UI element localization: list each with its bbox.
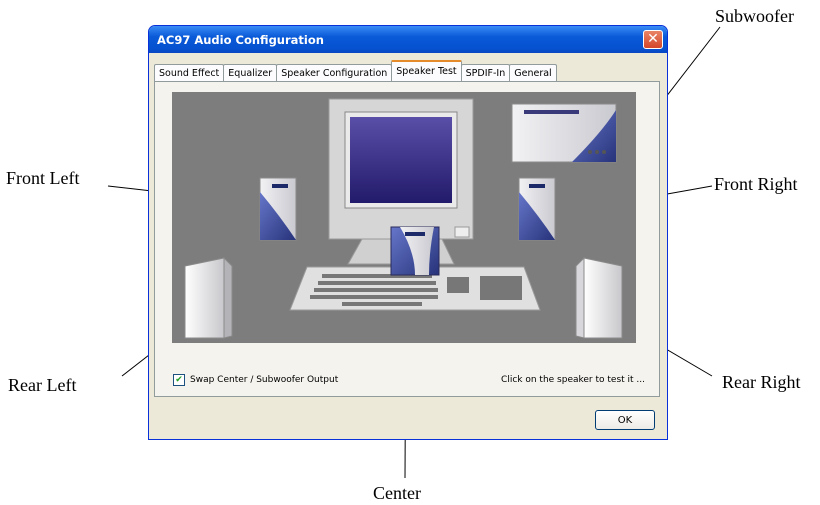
tab-strip: Sound Effect Equalizer Speaker Configura… bbox=[154, 60, 557, 81]
title-bar[interactable]: AC97 Audio Configuration bbox=[149, 26, 667, 53]
callout-rear-left: Rear Left bbox=[8, 375, 77, 395]
window-title: AC97 Audio Configuration bbox=[157, 32, 324, 47]
swap-checkbox[interactable]: ✔ bbox=[173, 374, 185, 386]
rear-left-speaker[interactable] bbox=[184, 256, 233, 339]
tab-sound-effect[interactable]: Sound Effect bbox=[154, 64, 225, 81]
center-speaker[interactable] bbox=[390, 226, 440, 276]
checkmark-icon: ✔ bbox=[175, 375, 183, 385]
tab-speaker-test[interactable]: Speaker Test bbox=[391, 60, 462, 81]
callout-front-right: Front Right bbox=[714, 174, 798, 194]
speaker-test-stage bbox=[172, 92, 636, 343]
callout-center: Center bbox=[373, 483, 421, 503]
close-icon: ✕ bbox=[647, 31, 659, 47]
callout-front-left: Front Left bbox=[6, 168, 80, 188]
audio-config-window: AC97 Audio Configuration ✕ Sound Effect … bbox=[148, 25, 668, 440]
swap-center-subwoofer-option[interactable]: ✔ Swap Center / Subwoofer Output bbox=[173, 374, 338, 386]
speaker-stage-art bbox=[184, 98, 623, 339]
subwoofer-speaker[interactable] bbox=[511, 103, 617, 163]
front-left-speaker[interactable] bbox=[259, 177, 297, 241]
tab-equalizer[interactable]: Equalizer bbox=[223, 64, 278, 81]
test-hint-text: Click on the speaker to test it ... bbox=[501, 375, 645, 385]
speaker-test-panel: ✔ Swap Center / Subwoofer Output Click o… bbox=[154, 81, 660, 397]
tab-speaker-configuration[interactable]: Speaker Configuration bbox=[276, 64, 393, 81]
tab-spdif-in[interactable]: SPDIF-In bbox=[460, 64, 511, 81]
swap-checkbox-label: Swap Center / Subwoofer Output bbox=[190, 375, 339, 385]
front-right-speaker[interactable] bbox=[518, 177, 556, 241]
rear-right-speaker[interactable] bbox=[575, 256, 623, 339]
callout-subwoofer: Subwoofer bbox=[715, 6, 794, 26]
tab-general[interactable]: General bbox=[509, 64, 557, 81]
ok-button[interactable]: OK bbox=[595, 410, 655, 430]
callout-rear-right: Rear Right bbox=[722, 372, 801, 392]
close-button[interactable]: ✕ bbox=[643, 30, 663, 49]
